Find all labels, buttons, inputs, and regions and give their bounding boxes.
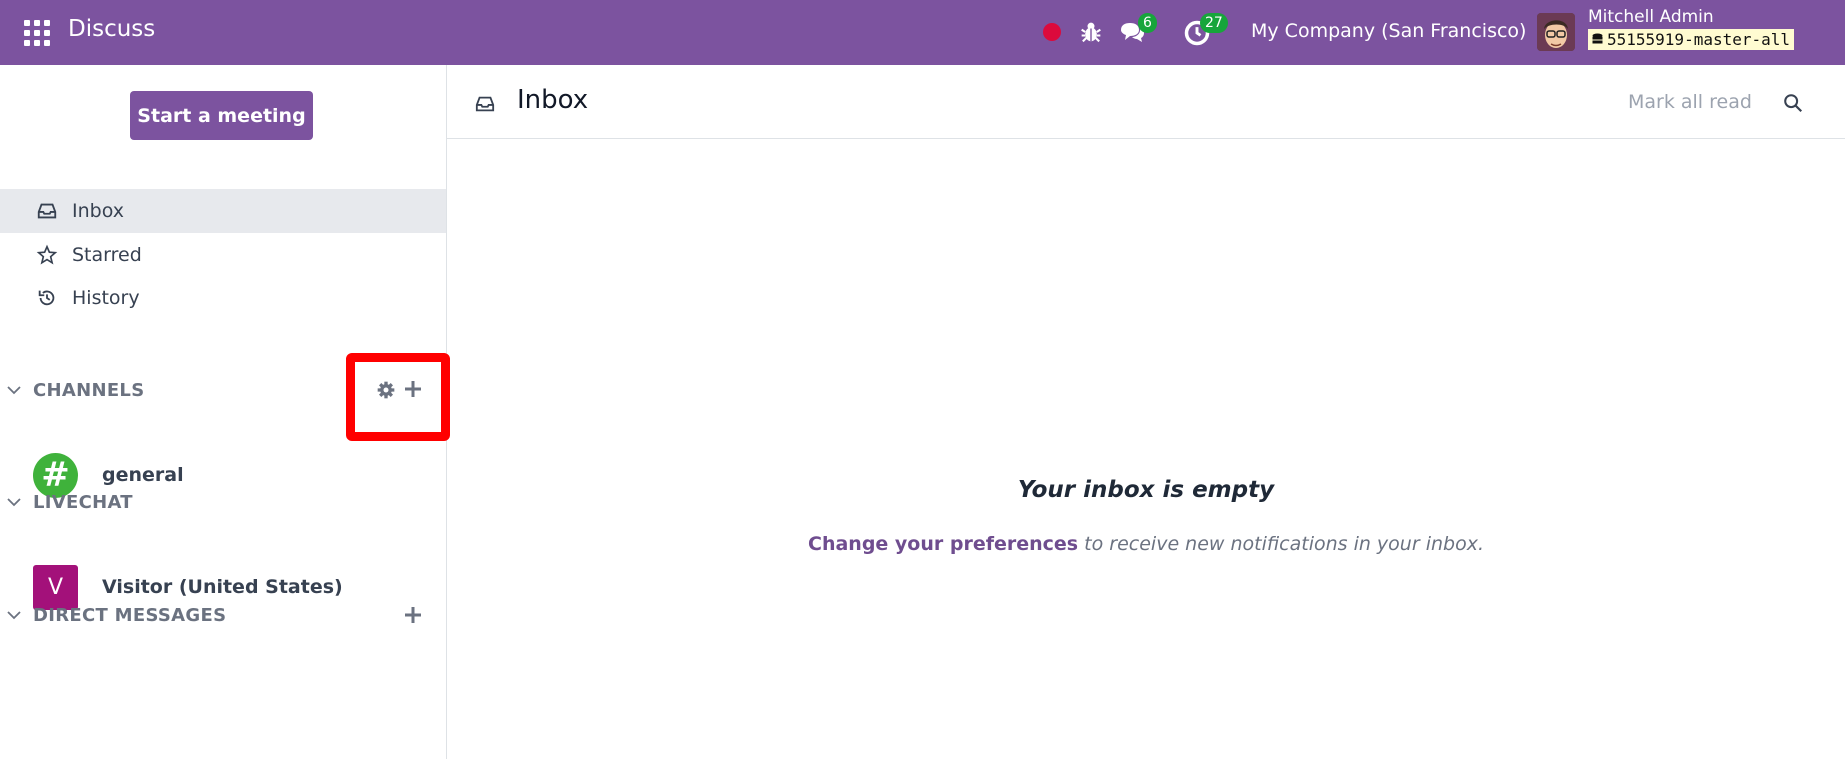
apps-grid-icon[interactable] xyxy=(24,20,50,46)
chevron-down-icon xyxy=(7,386,21,395)
top-navbar: Discuss 6 27 My Company (San Francisco) … xyxy=(0,0,1845,65)
sidebar: Start a meeting Inbox Starred History CH… xyxy=(0,65,450,759)
sidebar-item-inbox[interactable]: Inbox xyxy=(0,189,446,233)
start-meeting-button[interactable]: Start a meeting xyxy=(130,91,313,140)
app-name[interactable]: Discuss xyxy=(68,16,155,42)
user-name[interactable]: Mitchell Admin xyxy=(1588,7,1714,27)
messages-badge: 6 xyxy=(1138,13,1157,33)
database-tag: 55155919-master-all xyxy=(1588,29,1795,50)
company-switcher[interactable]: My Company (San Francisco) xyxy=(1251,20,1526,42)
empty-state-message: Change your preferences to receive new n… xyxy=(447,533,1845,555)
main-panel: Inbox Mark all read Your inbox is empty … xyxy=(447,65,1845,759)
star-icon xyxy=(36,244,58,265)
bug-icon[interactable] xyxy=(1077,18,1105,46)
main-header: Inbox Mark all read xyxy=(447,65,1845,139)
livechat-name: Visitor (United States) xyxy=(102,576,343,598)
sidebar-item-history[interactable]: History xyxy=(0,276,446,320)
empty-state-text: to receive new notifications in your inb… xyxy=(1084,533,1484,555)
search-icon[interactable] xyxy=(1782,92,1804,114)
channel-name: general xyxy=(102,464,184,486)
user-avatar[interactable] xyxy=(1537,13,1575,51)
mark-all-read-button[interactable]: Mark all read xyxy=(1628,91,1752,113)
inbox-icon xyxy=(475,96,495,112)
sidebar-item-label: Inbox xyxy=(72,200,124,222)
section-title: DIRECT MESSAGES xyxy=(33,604,227,626)
plus-icon[interactable] xyxy=(403,605,423,625)
highlight-box xyxy=(346,353,450,441)
sidebar-item-starred[interactable]: Starred xyxy=(0,233,446,277)
change-preferences-link[interactable]: Change your preferences xyxy=(808,533,1078,555)
history-icon xyxy=(38,290,55,306)
recording-dot-icon[interactable] xyxy=(1043,23,1061,41)
activities-badge: 27 xyxy=(1200,13,1228,33)
sidebar-item-label: Starred xyxy=(72,244,142,266)
chevron-down-icon xyxy=(7,611,21,620)
chevron-down-icon xyxy=(7,498,21,507)
empty-state-title: Your inbox is empty xyxy=(1017,477,1275,503)
database-icon xyxy=(1592,33,1603,44)
direct-messages-section-header[interactable]: DIRECT MESSAGES xyxy=(0,597,446,633)
database-name: 55155919-master-all xyxy=(1607,30,1791,49)
inbox-icon xyxy=(37,203,57,219)
section-title: LIVECHAT xyxy=(33,491,133,513)
livechat-section-header[interactable]: LIVECHAT xyxy=(0,484,446,520)
section-title: CHANNELS xyxy=(33,379,145,401)
sidebar-item-label: History xyxy=(72,287,140,309)
page-title: Inbox xyxy=(517,85,589,115)
